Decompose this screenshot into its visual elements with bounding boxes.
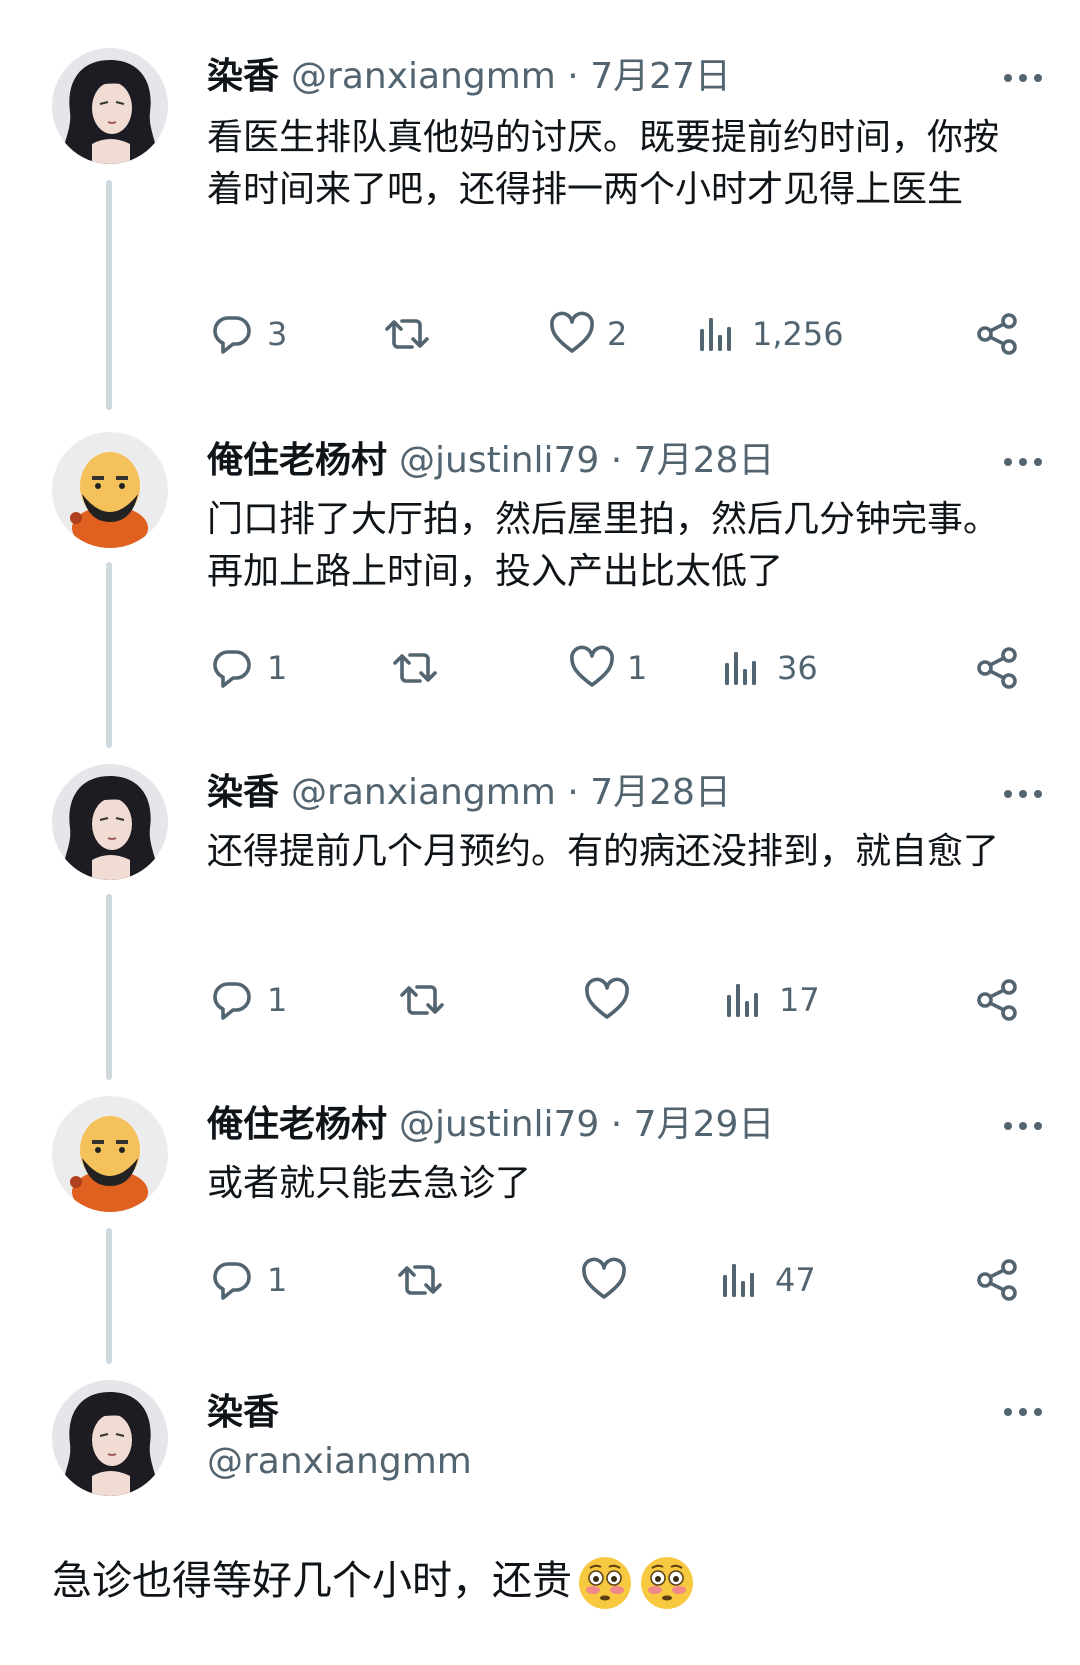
thread-line (106, 562, 112, 748)
reply-count: 1 (267, 1261, 288, 1299)
author-name[interactable]: 俺住老杨村 (207, 1096, 387, 1146)
reply-count: 3 (267, 315, 288, 353)
retweet-icon (390, 643, 440, 693)
reply-icon (207, 975, 257, 1025)
author-handle[interactable]: @ranxiangmm (207, 1441, 472, 1482)
reply-icon (207, 1255, 257, 1305)
author-name[interactable]: 俺住老杨村 (207, 432, 387, 482)
more-icon[interactable] (982, 442, 1042, 482)
reply-count: 1 (267, 981, 288, 1019)
main-tweet-text: 急诊也得等好几个小时，还贵 (52, 1558, 572, 1604)
thread-line (106, 894, 112, 1080)
share-button[interactable] (972, 970, 1022, 1030)
tweet-text: 看医生排队真他妈的讨厌。既要提前约时间，你按着时间来了吧，还得排一两个小时才见得… (207, 117, 1000, 210)
views-count: 36 (777, 649, 818, 687)
heart-icon (547, 309, 597, 359)
avatar[interactable] (52, 48, 168, 164)
more-icon[interactable] (982, 774, 1042, 814)
tweet-actions: 3 2 1,256 (207, 304, 1025, 364)
tweet-actions: 1 17 (207, 970, 1025, 1030)
more-icon[interactable] (982, 58, 1042, 98)
author-handle-date[interactable]: @ranxiangmm · 7月28日 (291, 764, 731, 814)
share-icon (972, 643, 1022, 693)
views-button[interactable]: 47 (715, 1250, 816, 1310)
tweet-text: 或者就只能去急诊了 (207, 1163, 532, 1204)
share-icon (972, 975, 1022, 1025)
views-icon (717, 643, 767, 693)
views-icon (692, 309, 742, 359)
like-count: 2 (607, 315, 628, 353)
views-button[interactable]: 17 (719, 970, 820, 1030)
like-button[interactable] (579, 1250, 629, 1310)
thread-line (106, 1228, 112, 1364)
avatar[interactable] (52, 1096, 168, 1212)
like-button[interactable] (582, 970, 632, 1030)
heart-icon (579, 1255, 629, 1305)
views-count: 1,256 (752, 315, 844, 353)
reply-count: 1 (267, 649, 288, 687)
share-button[interactable] (972, 1250, 1022, 1310)
flushed-face-icon (576, 1554, 634, 1612)
retweet-button[interactable] (390, 638, 440, 698)
reply-button[interactable]: 1 (207, 1250, 287, 1310)
share-icon (972, 1255, 1022, 1305)
main-tweet-handle-row: @ranxiangmm (207, 1436, 1040, 1486)
views-icon (719, 975, 769, 1025)
retweet-icon (382, 309, 432, 359)
more-icon[interactable] (982, 1392, 1042, 1432)
avatar[interactable] (52, 432, 168, 548)
avatar[interactable] (52, 1380, 168, 1496)
thread-line (106, 180, 112, 410)
views-count: 17 (779, 981, 820, 1019)
retweet-button[interactable] (382, 304, 432, 364)
like-count: 1 (627, 649, 648, 687)
tweet-header: 俺住老杨村 @justinli79 · 7月28日 (207, 432, 1040, 482)
views-button[interactable]: 1,256 (692, 304, 844, 364)
heart-icon (582, 975, 632, 1025)
share-icon (972, 309, 1022, 359)
views-button[interactable]: 36 (717, 638, 818, 698)
flushed-face-icon (638, 1554, 696, 1612)
tweet-actions: 1 1 36 (207, 638, 1025, 698)
heart-icon (567, 643, 617, 693)
main-tweet-text-row: 急诊也得等好几个小时，还贵 (52, 1546, 1032, 1616)
retweet-button[interactable] (395, 1250, 445, 1310)
author-handle-date[interactable]: @justinli79 · 7月28日 (399, 432, 774, 482)
retweet-button[interactable] (397, 970, 447, 1030)
more-icon[interactable] (982, 1106, 1042, 1146)
author-handle-date[interactable]: @justinli79 · 7月29日 (399, 1096, 774, 1146)
like-button[interactable]: 2 (547, 304, 627, 364)
views-icon (715, 1255, 765, 1305)
tweet-header: 俺住老杨村 @justinli79 · 7月29日 (207, 1096, 1040, 1146)
tweet-actions: 1 47 (207, 1250, 1025, 1310)
reply-icon (207, 309, 257, 359)
tweet-text: 还得提前几个月预约。有的病还没排到，就自愈了 (207, 831, 1000, 872)
author-name[interactable]: 染香 (207, 1384, 279, 1434)
share-button[interactable] (972, 304, 1022, 364)
views-count: 47 (775, 1261, 816, 1299)
reply-button[interactable]: 1 (207, 638, 287, 698)
author-name[interactable]: 染香 (207, 48, 279, 98)
avatar[interactable] (52, 764, 168, 880)
like-button[interactable]: 1 (567, 638, 647, 698)
main-tweet-name-row: 染香 (207, 1384, 1040, 1434)
author-name[interactable]: 染香 (207, 764, 279, 814)
retweet-icon (397, 975, 447, 1025)
retweet-icon (395, 1255, 445, 1305)
tweet-text: 门口排了大厅拍，然后屋里拍，然后几分钟完事。再加上路上时间，投入产出比太低了 (207, 499, 1000, 592)
reply-icon (207, 643, 257, 693)
tweet-header: 染香 @ranxiangmm · 7月27日 (207, 48, 1040, 98)
reply-button[interactable]: 3 (207, 304, 287, 364)
reply-button[interactable]: 1 (207, 970, 287, 1030)
author-handle-date[interactable]: @ranxiangmm · 7月27日 (291, 48, 731, 98)
share-button[interactable] (972, 638, 1022, 698)
tweet-header: 染香 @ranxiangmm · 7月28日 (207, 764, 1040, 814)
